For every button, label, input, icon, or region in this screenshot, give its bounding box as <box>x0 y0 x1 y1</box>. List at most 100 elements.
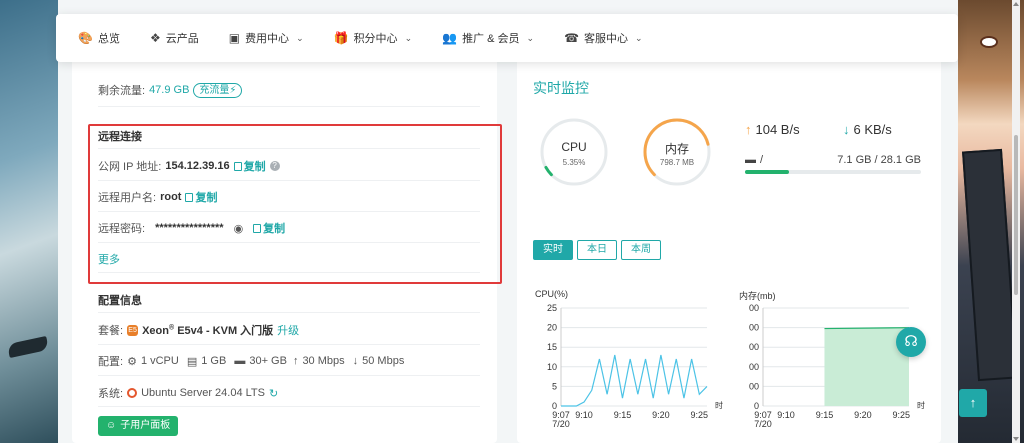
background-left <box>0 0 58 443</box>
nav-item-0[interactable]: 🎨 总览 <box>78 30 120 46</box>
palette-icon: 🎨 <box>78 31 93 45</box>
disk-usage-bar <box>745 170 921 174</box>
upload-arrow-icon: ↑ <box>292 355 299 367</box>
headset-icon: ☊ <box>904 333 918 350</box>
memory-gauge-label: 内存 <box>664 142 689 156</box>
cpu-gauge-value: 5.35% <box>562 158 586 167</box>
nav-item-label: 推广 & 会员 <box>462 33 520 45</box>
config-section-title: 配置信息 <box>98 295 142 307</box>
chevron-down-icon: ⌄ <box>296 32 304 43</box>
os-value: Ubuntu Server 24.04 LTS <box>141 387 265 399</box>
back-to-top-button[interactable]: ↑ <box>959 389 987 417</box>
chevron-down-icon: ⌄ <box>635 32 643 43</box>
x-tick-label: 9:15 <box>816 410 834 420</box>
tab-2[interactable]: 本周 <box>621 240 661 260</box>
system-label: 系统: <box>98 388 124 400</box>
x-tick-label: 9:20 <box>652 410 670 420</box>
download-arrow-icon: ↓ <box>352 355 359 367</box>
y-tick-label: 20 <box>547 323 557 333</box>
disk-icon: ▬ <box>234 355 246 367</box>
users-icon: 👥 <box>442 31 458 45</box>
monitor-title: 实时监控 <box>533 80 589 96</box>
nav-item-3[interactable]: 🎁 积分中心 ⌄ <box>334 30 413 46</box>
top-navigation: 🎨 总览 ❖ 云产品 ▣ 费用中心 ⌄ 🎁 积分中心 ⌄ 👥 推广 & 会员 ⌄ ☎ 客服中心 ⌄ <box>56 14 958 62</box>
plan-icon: E5 <box>127 324 139 336</box>
y-tick-label: 10 <box>547 362 557 372</box>
ram-spec: 1 GB <box>201 355 227 367</box>
time-range-tabs: 实时 本日 本周 <box>533 240 661 260</box>
cpu-series-line <box>561 354 708 407</box>
x-tick-label: 7/20 <box>552 419 570 428</box>
y-tick-label: 00 <box>749 362 759 372</box>
download-arrow-icon: ↓ <box>843 122 850 137</box>
ubuntu-icon <box>127 388 138 398</box>
arrow-up-icon: ↑ <box>969 395 977 410</box>
y-tick-label: 00 <box>749 303 759 313</box>
x-tick-label: 9:25 <box>893 410 911 420</box>
x-tick-label: 9:20 <box>854 410 872 420</box>
cpu-gauge: CPU 5.35% <box>538 116 610 188</box>
user-icon: ☺ <box>106 420 117 431</box>
chevron-down-icon: ⌄ <box>526 32 535 43</box>
support-button[interactable]: ☊ <box>896 327 926 357</box>
disk-spec: 30+ GB <box>249 355 287 367</box>
memory-gauge: 内存 798.7 MB <box>641 116 713 188</box>
memory-gauge-value: 798.7 MB <box>659 158 695 167</box>
nav-item-label: 云产品 <box>165 33 199 45</box>
tab-0[interactable]: 实时 <box>533 240 573 260</box>
y-tick-label: 00 <box>749 342 759 352</box>
upload-arrow-icon: ↑ <box>745 122 752 137</box>
upload-rate: 104 B/s <box>755 122 800 137</box>
x-tick-label: 7/20 <box>754 419 772 428</box>
gift-icon: 🎁 <box>333 31 349 45</box>
download-spec: 50 Mbps <box>362 355 405 367</box>
memory-chart: 000000000009:077/209:10 9:15 9:20 9:25时 <box>749 303 925 428</box>
y-tick-label: 25 <box>547 303 557 313</box>
tab-1[interactable]: 本日 <box>577 240 617 260</box>
spec-label: 配置: <box>98 356 124 368</box>
y-tick-label: 5 <box>552 381 557 391</box>
nav-item-label: 客服中心 <box>584 33 629 45</box>
y-tick-label: 00 <box>749 381 759 391</box>
highlight-box <box>88 124 502 284</box>
scrollbar[interactable] <box>1012 0 1020 443</box>
upload-spec: 30 Mbps <box>302 355 345 367</box>
nav-item-label: 积分中心 <box>353 33 398 45</box>
x-tick-label: 9:15 <box>614 410 632 420</box>
nav-item-label: 费用中心 <box>245 33 290 45</box>
disk-usage: 7.1 GB / 28.1 GB <box>837 154 921 166</box>
x-axis-label: 时 <box>715 400 723 410</box>
y-tick-label: 15 <box>547 342 557 352</box>
nav-item-2[interactable]: ▣ 费用中心 ⌄ <box>229 30 304 46</box>
cubes-icon: ❖ <box>149 31 161 45</box>
monitor-card: 实时监控 CPU 5.35% 内存 798.7 MB ↑ 104 B/s ↓ 6… <box>517 58 941 443</box>
nav-item-1[interactable]: ❖ 云产品 <box>150 30 199 46</box>
x-tick-label: 9:10 <box>575 410 593 420</box>
traffic-label: 剩余流量: <box>98 85 146 97</box>
cpu-chart: 05101520259:077/209:10 9:15 9:20 9:25时 <box>547 303 723 428</box>
headset-icon: ☎ <box>564 31 580 45</box>
nav-item-4[interactable]: 👥 推广 & 会员 ⌄ <box>442 30 534 46</box>
nav-item-5[interactable]: ☎ 客服中心 ⌄ <box>564 30 643 46</box>
cpu-icon: ⚙ <box>127 355 137 368</box>
recharge-traffic-button[interactable]: 充流量⚡ <box>193 82 243 98</box>
x-axis-label: 时 <box>917 400 925 410</box>
disk-mount: / <box>760 154 764 166</box>
download-rate: 6 KB/s <box>853 122 892 137</box>
chevron-down-icon: ⌄ <box>404 32 413 43</box>
cpu-gauge-label: CPU <box>561 140 587 154</box>
traffic-value: 47.9 GB <box>149 84 190 96</box>
x-tick-label: 9:25 <box>691 410 709 420</box>
reinstall-icon[interactable]: ↻ <box>269 387 278 400</box>
ram-icon: ▤ <box>186 355 198 368</box>
upgrade-link[interactable]: 升级 <box>277 322 299 338</box>
plan-name: Xeon® E5v4 - KVM 入门版 <box>142 324 274 337</box>
x-tick-label: 9:10 <box>777 410 795 420</box>
plan-label: 套餐: <box>98 325 124 337</box>
money-icon: ▣ <box>228 31 241 45</box>
cpu-spec: 1 vCPU <box>140 355 179 367</box>
y-tick-label: 00 <box>749 323 759 333</box>
sub-user-panel-button[interactable]: ☺ 子用户面板 <box>98 416 179 436</box>
nav-item-label: 总览 <box>97 33 120 45</box>
disk-icon: ▬ <box>745 154 756 166</box>
